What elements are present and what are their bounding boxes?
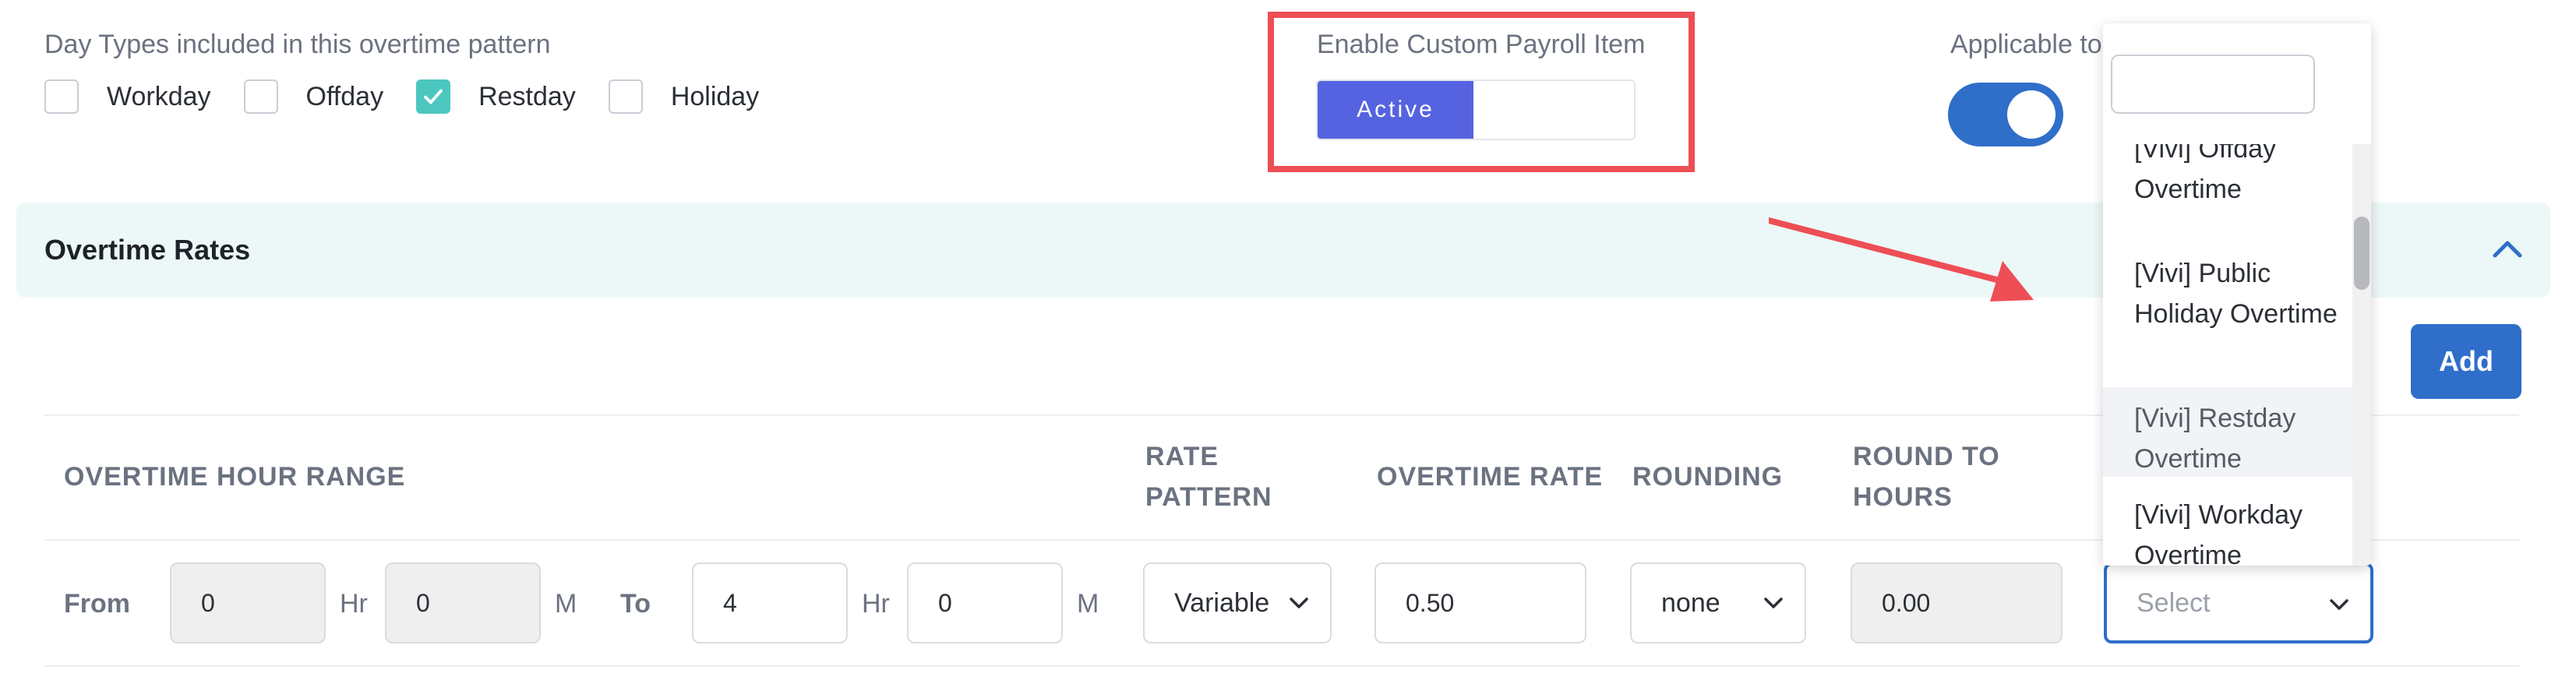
holiday-checkbox[interactable] bbox=[608, 79, 643, 114]
overtime-rate-input[interactable]: 0.50 bbox=[1374, 562, 1586, 643]
payroll-item-placeholder: Select bbox=[2137, 587, 2211, 618]
applicable-toggle[interactable] bbox=[1948, 83, 2063, 146]
applicable-label: Applicable to bbox=[1950, 30, 2102, 59]
dropdown-scrollbar-thumb[interactable] bbox=[2354, 217, 2370, 290]
rate-pattern-value: Variable bbox=[1174, 587, 1270, 618]
day-type-holiday[interactable]: Holiday bbox=[608, 79, 760, 114]
holiday-label: Holiday bbox=[670, 81, 760, 111]
dropdown-search-input[interactable] bbox=[2111, 55, 2315, 114]
dropdown-scrollbar-track[interactable] bbox=[2352, 144, 2371, 566]
custom-payroll-label: Enable Custom Payroll Item bbox=[1317, 30, 1646, 59]
m-unit: M bbox=[555, 589, 577, 619]
restday-label: Restday bbox=[478, 81, 576, 111]
payroll-item-select[interactable]: Select bbox=[2104, 562, 2373, 643]
rounding-value: none bbox=[1661, 587, 1720, 618]
chevron-up-icon[interactable] bbox=[2490, 234, 2525, 262]
workday-checkbox[interactable] bbox=[44, 79, 79, 114]
from-minutes-input[interactable]: 0 bbox=[385, 562, 541, 643]
header-round-to-hours: ROUND TO HOURS bbox=[1853, 442, 2000, 512]
checkmark-icon bbox=[424, 89, 443, 104]
header-hour-range: OVERTIME HOUR RANGE bbox=[64, 462, 406, 492]
dropdown-options-list: [Vivi] Offday Overtime [Vivi] Public Hol… bbox=[2103, 144, 2360, 566]
red-arrow-annotation bbox=[1769, 217, 2034, 301]
custom-payroll-toggle[interactable]: Active bbox=[1316, 79, 1636, 140]
overtime-rates-title: Overtime Rates bbox=[44, 234, 251, 266]
offday-checkbox[interactable] bbox=[243, 79, 278, 114]
to-label: To bbox=[620, 589, 651, 619]
active-segment[interactable]: Active bbox=[1318, 81, 1473, 139]
toggle-knob bbox=[2007, 90, 2056, 139]
header-rate-pattern: RATE PATTERN bbox=[1145, 442, 1272, 512]
dropdown-option-restday[interactable]: [Vivi] Restday Overtime bbox=[2103, 387, 2360, 477]
day-types-checkboxes: Workday Offday Restday Holiday bbox=[44, 79, 792, 114]
dropdown-option-offday[interactable]: [Vivi] Offday Overtime bbox=[2103, 144, 2360, 214]
to-minutes-input[interactable]: 0 bbox=[907, 562, 1063, 643]
inactive-segment[interactable] bbox=[1473, 81, 1634, 139]
add-button[interactable]: Add bbox=[2411, 324, 2521, 399]
from-hours-input[interactable]: 0 bbox=[170, 562, 326, 643]
offday-label: Offday bbox=[305, 81, 384, 111]
day-type-workday[interactable]: Workday bbox=[44, 79, 211, 114]
dropdown-option-workday[interactable]: [Vivi] Workday Overtime bbox=[2103, 495, 2360, 566]
payroll-item-dropdown: [Vivi] Offday Overtime [Vivi] Public Hol… bbox=[2103, 23, 2371, 566]
chevron-down-icon bbox=[1290, 598, 1308, 608]
from-label: From bbox=[64, 589, 130, 619]
hr-unit: Hr bbox=[862, 589, 890, 619]
hr-unit: Hr bbox=[340, 589, 368, 619]
round-to-hours-input[interactable]: 0.00 bbox=[1851, 562, 2063, 643]
rate-pattern-select[interactable]: Variable bbox=[1143, 562, 1332, 643]
day-type-restday[interactable]: Restday bbox=[416, 79, 576, 114]
restday-checkbox[interactable] bbox=[416, 79, 451, 114]
header-overtime-rate: OVERTIME RATE bbox=[1377, 462, 1604, 492]
chevron-down-icon bbox=[1764, 598, 1783, 608]
dropdown-option-public-holiday[interactable]: [Vivi] Public Holiday Overtime bbox=[2103, 253, 2360, 378]
m-unit: M bbox=[1077, 589, 1099, 619]
day-types-title: Day Types included in this overtime patt… bbox=[44, 30, 551, 59]
rounding-select[interactable]: none bbox=[1630, 562, 1806, 643]
day-type-offday[interactable]: Offday bbox=[243, 79, 384, 114]
workday-label: Workday bbox=[107, 81, 211, 111]
divider bbox=[44, 665, 2519, 667]
chevron-down-icon bbox=[2330, 599, 2348, 610]
header-rounding: ROUNDING bbox=[1632, 462, 1784, 492]
to-hours-input[interactable]: 4 bbox=[692, 562, 848, 643]
